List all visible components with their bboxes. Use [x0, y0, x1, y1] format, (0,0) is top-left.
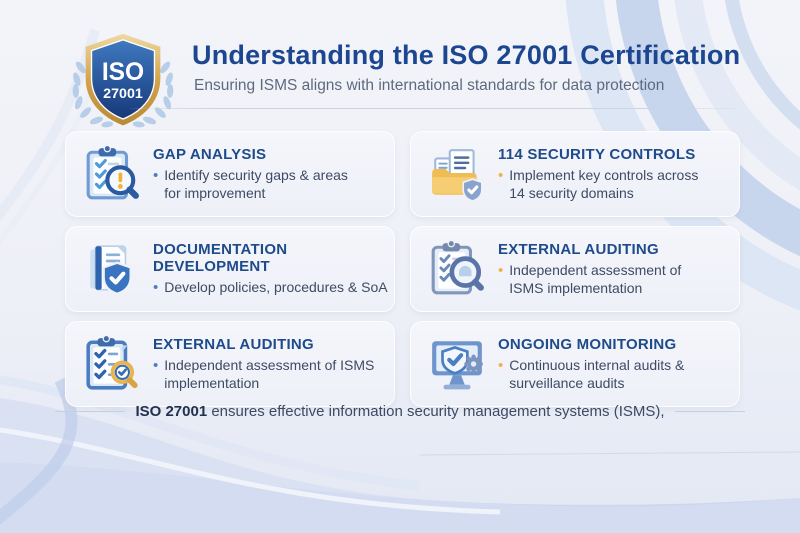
card-description: Identify security gaps & areas for impro… [164, 167, 348, 201]
badge-text-27001: 27001 [103, 86, 143, 102]
page-title: Understanding the ISO 27001 Certificatio… [192, 40, 741, 70]
iso-27001-badge: ISO 27001 [64, 30, 182, 128]
card-title: ONGOING MONITORING [498, 335, 677, 353]
clipboard-magnifier-alert-icon [83, 145, 141, 203]
card-external-auditing-1: EXTERNAL AUDITING • Independent assessmen… [410, 226, 740, 312]
card-documentation-development: DOCUMENTATION DEVELOPMENT • Develop polic… [65, 226, 395, 312]
clipboard-magnifier-check-icon [83, 335, 141, 393]
card-title: 114 SECURITY CONTROLS [498, 145, 696, 163]
folder-documents-shield-icon [428, 145, 486, 203]
card-title: EXTERNAL AUDITING [498, 240, 659, 258]
card-114-security-controls: 114 SECURITY CONTROLS • Implement key con… [410, 131, 740, 217]
card-title: DOCUMENTATION DEVELOPMENT [153, 240, 288, 275]
documents-shield-icon [83, 240, 141, 298]
clipboard-magnifier-icon [428, 240, 486, 298]
card-title: GAP ANALYSIS [153, 145, 267, 163]
card-grid: GAP ANALYSIS • Identify security gaps & a… [65, 131, 740, 407]
badge-text-iso: ISO [102, 59, 144, 86]
infographic-page: ISO 27001 Understanding the ISO 27001 Ce… [0, 0, 800, 533]
footer-left-divider [55, 411, 126, 412]
footer: ISO 27001 ensures effective information … [0, 403, 800, 420]
card-description: Independent assessment of ISMS implement… [509, 262, 682, 296]
bullet-dot: • [498, 262, 504, 280]
monitor-shield-gear-icon [428, 335, 486, 393]
card-ongoing-monitoring: ONGOING MONITORING • Continuous internal … [410, 321, 740, 407]
card-description: Independent assessment of ISMS implement… [164, 357, 375, 391]
header-divider [130, 108, 738, 109]
card-description: Continuous internal audits & surveillanc… [509, 357, 685, 391]
bullet-dot: • [153, 357, 159, 375]
shield-badge-icon: ISO 27001 [72, 33, 174, 128]
card-gap-analysis: GAP ANALYSIS • Identify security gaps & a… [65, 131, 395, 217]
bullet-dot: • [498, 357, 504, 375]
bullet-dot: • [153, 167, 159, 185]
card-external-auditing-2: EXTERNAL AUDITING • Independent assessmen… [65, 321, 395, 407]
card-description: Implement key controls across 14 securit… [509, 167, 699, 201]
page-subtitle: Ensuring ISMS aligns with international … [194, 77, 665, 94]
card-description: Develop policies, procedures & SoA [164, 279, 388, 296]
footer-text-rest: ensures effective information security m… [207, 403, 665, 420]
header: ISO 27001 Understanding the ISO 27001 Ce… [64, 30, 741, 128]
footer-right-divider [674, 411, 745, 412]
bullet-dot: • [498, 167, 504, 185]
card-title: EXTERNAL AUDITING [153, 335, 314, 353]
bullet-dot: • [153, 279, 159, 297]
gear-icon [464, 354, 483, 374]
footer-text: ISO 27001 ensures effective information … [135, 403, 664, 420]
footer-text-bold: ISO 27001 [135, 403, 208, 420]
